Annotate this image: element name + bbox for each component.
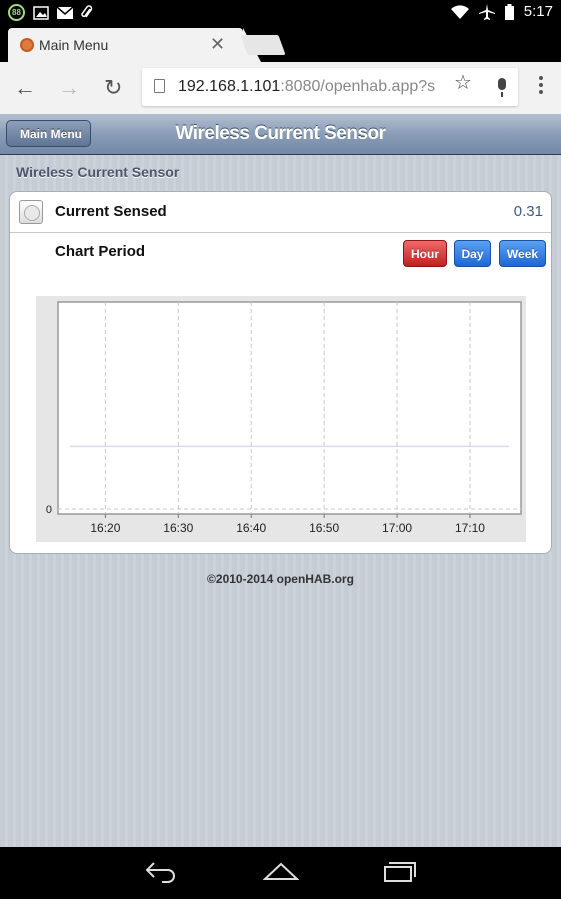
notification-badge: 88 bbox=[8, 4, 25, 21]
url-host: 192.168.1.101 bbox=[178, 78, 281, 95]
current-chart: 16:20 16:30 16:40 16:50 17:00 17:10 0 bbox=[36, 296, 526, 542]
back-arrow-icon[interactable]: ← bbox=[14, 75, 36, 101]
x-tick-label: 16:20 bbox=[90, 521, 120, 535]
y-tick-label: 0 bbox=[46, 504, 52, 516]
list-item-current-sensed[interactable]: Current Sensed 0.31 bbox=[10, 192, 551, 233]
status-bar: 88 5:17 bbox=[0, 0, 561, 25]
home-nav-icon[interactable] bbox=[263, 859, 299, 883]
item-card: Current Sensed 0.31 Chart Period Hour Da… bbox=[9, 191, 552, 554]
page-title: Wireless Current Sensor bbox=[175, 123, 386, 144]
bookmark-star-icon[interactable]: ☆ bbox=[454, 70, 472, 95]
microphone-icon[interactable] bbox=[496, 78, 508, 97]
item-value: 0.31 bbox=[513, 203, 543, 220]
footer-copyright: ©2010-2014 openHAB.org bbox=[207, 572, 354, 586]
socket-icon bbox=[19, 200, 43, 224]
day-button[interactable]: Day bbox=[454, 240, 491, 267]
new-tab-button[interactable] bbox=[240, 35, 286, 55]
url-text[interactable]: 192.168.1.101:8080/openhab.app?s bbox=[178, 78, 435, 96]
address-bar: ← → ↻ 192.168.1.101:8080/openhab.app?s ☆ bbox=[0, 62, 561, 114]
x-tick-label: 16:30 bbox=[163, 521, 193, 535]
favicon-icon bbox=[20, 38, 34, 52]
wifi-icon bbox=[450, 4, 469, 19]
back-nav-icon[interactable] bbox=[144, 859, 178, 883]
reload-icon[interactable]: ↻ bbox=[104, 75, 122, 101]
chart-period-label: Chart Period bbox=[55, 243, 146, 260]
section-title: Wireless Current Sensor bbox=[16, 164, 180, 180]
url-path: :8080/openhab.app?s bbox=[280, 78, 436, 95]
attachment-icon bbox=[81, 4, 93, 17]
tab-title: Main Menu bbox=[39, 37, 109, 53]
tab-strip: Main Menu ✕ bbox=[0, 25, 561, 62]
browser-tab[interactable]: Main Menu ✕ bbox=[8, 28, 261, 62]
x-tick-label: 17:00 bbox=[382, 521, 412, 535]
airplane-mode-icon bbox=[478, 3, 495, 20]
x-tick-label: 16:50 bbox=[309, 521, 339, 535]
mail-icon bbox=[57, 6, 73, 19]
week-button[interactable]: Week bbox=[499, 240, 546, 267]
close-tab-icon[interactable]: ✕ bbox=[210, 34, 225, 55]
chart-plot-area bbox=[57, 301, 522, 515]
navigation-bar bbox=[0, 847, 561, 899]
clock: 5:17 bbox=[523, 3, 553, 20]
page-header: Main Menu Wireless Current Sensor bbox=[0, 114, 561, 155]
overflow-menu-icon[interactable] bbox=[539, 76, 543, 96]
item-label: Current Sensed bbox=[55, 203, 167, 220]
battery-icon bbox=[504, 3, 514, 20]
hour-button[interactable]: Hour bbox=[403, 240, 447, 267]
recent-apps-icon[interactable] bbox=[383, 859, 417, 883]
image-notification-icon bbox=[33, 5, 49, 20]
x-tick-label: 17:10 bbox=[455, 521, 485, 535]
forward-arrow-icon[interactable]: → bbox=[58, 75, 80, 101]
page-info-icon[interactable] bbox=[154, 79, 165, 93]
page-content: Main Menu Wireless Current Sensor Wirele… bbox=[0, 114, 561, 847]
x-tick-label: 16:40 bbox=[236, 521, 266, 535]
